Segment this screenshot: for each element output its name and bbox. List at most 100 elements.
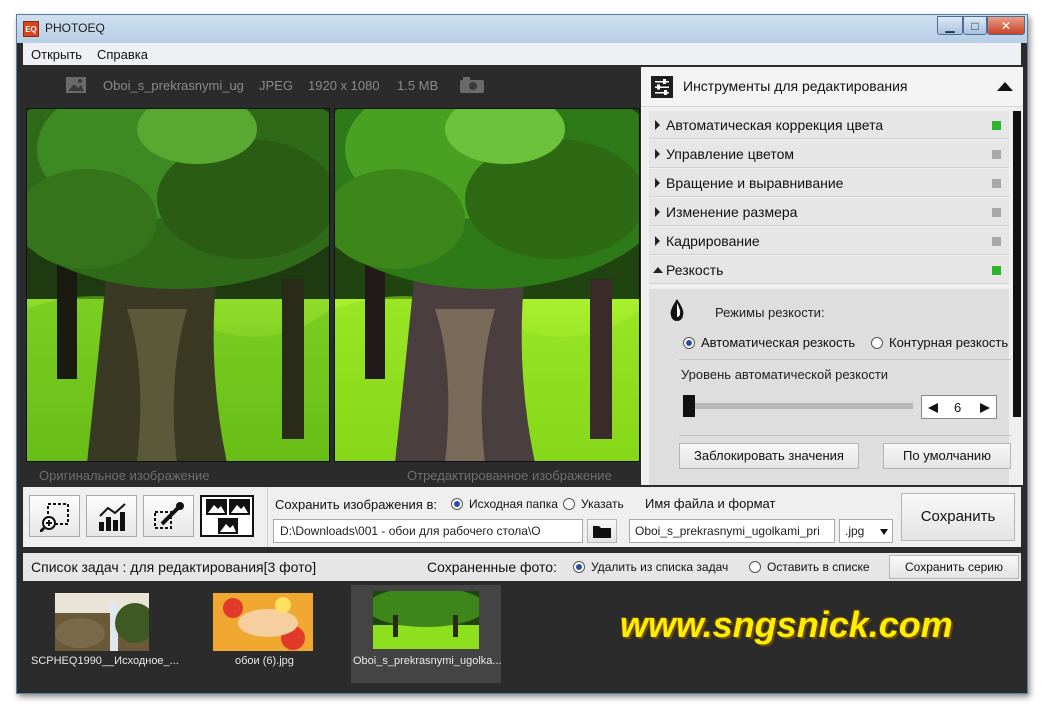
camera-icon bbox=[460, 77, 484, 93]
specify-folder-label: Указать bbox=[581, 497, 624, 511]
contour-sharpness-radio[interactable] bbox=[871, 337, 883, 349]
tasks-bar: Список задач : для редактирования[3 фото… bbox=[23, 553, 1021, 581]
sharpness-modes-label: Режимы резкости: bbox=[715, 305, 825, 320]
source-folder-label: Исходная папка bbox=[469, 497, 558, 511]
collapse-arrow-icon bbox=[653, 267, 663, 273]
tools-title: Инструменты для редактирования bbox=[683, 78, 908, 94]
keep-in-list-radio[interactable] bbox=[749, 561, 761, 573]
task-thumbnail-3[interactable]: Oboi_s_prekrasnymi_ugolka... bbox=[351, 585, 502, 683]
tools-panel: Инструменты для редактирования Автоматич… bbox=[641, 67, 1023, 485]
image-info-bar: Oboi_s_prekrasnymi_ug JPEG 1920 x 1080 1… bbox=[23, 66, 641, 106]
sharpness-slider-handle[interactable] bbox=[683, 395, 695, 417]
lock-values-button[interactable]: Заблокировать значения bbox=[679, 443, 859, 469]
original-image-picture bbox=[27, 109, 329, 461]
close-button[interactable]: ✕ bbox=[987, 16, 1025, 35]
expand-arrow-icon bbox=[655, 120, 660, 130]
sharpness-slider-track[interactable] bbox=[683, 403, 913, 409]
thumbnail-image bbox=[55, 593, 149, 651]
expand-arrow-icon bbox=[655, 149, 660, 159]
image-filename: Oboi_s_prekrasnymi_ug bbox=[103, 78, 244, 93]
menu-help[interactable]: Справка bbox=[97, 47, 148, 62]
tool-rotate-align[interactable]: Вращение и выравнивание bbox=[649, 169, 1009, 197]
tool-crop[interactable]: Кадрирование bbox=[649, 227, 1009, 255]
zoom-select-button[interactable] bbox=[29, 495, 80, 537]
eyedropper-icon bbox=[154, 502, 184, 529]
specify-folder-radio[interactable] bbox=[563, 498, 575, 510]
edited-image-picture bbox=[335, 109, 639, 461]
tools-scrollbar[interactable] bbox=[1013, 111, 1021, 417]
save-to-label: Сохранить изображения в: bbox=[275, 497, 437, 512]
increment-icon[interactable] bbox=[980, 403, 990, 413]
save-controls: Сохранить изображения в: Исходная папка … bbox=[23, 487, 1021, 547]
original-image[interactable] bbox=[26, 108, 330, 462]
keep-in-list-label: Оставить в списке bbox=[767, 560, 870, 574]
image-icon bbox=[66, 77, 86, 93]
filename-input[interactable]: Oboi_s_prekrasnymi_ugolkami_pri bbox=[629, 519, 835, 543]
view-mode-button[interactable] bbox=[200, 495, 254, 537]
window-title: PHOTOEQ bbox=[45, 21, 105, 35]
title-bar: EQ PHOTOEQ ▁ □ ✕ bbox=[17, 15, 1027, 43]
expand-arrow-icon bbox=[655, 207, 660, 217]
sharpness-stepper[interactable]: 6 bbox=[921, 395, 997, 419]
tool-color-management[interactable]: Управление цветом bbox=[649, 140, 1009, 168]
histogram-button[interactable] bbox=[86, 495, 137, 537]
status-indicator bbox=[992, 179, 1001, 188]
output-path-input[interactable]: D:\Downloads\001 - обои для рабочего сто… bbox=[273, 519, 583, 543]
tools-header[interactable]: Инструменты для редактирования bbox=[641, 67, 1023, 107]
tool-auto-color[interactable]: Автоматическая коррекция цвета bbox=[649, 111, 1009, 139]
collapse-arrow-icon[interactable] bbox=[997, 81, 1013, 91]
tool-label: Вращение и выравнивание bbox=[666, 175, 844, 191]
tool-sharpness[interactable]: Резкость bbox=[649, 256, 1009, 284]
zoom-select-icon bbox=[40, 503, 69, 532]
edited-image[interactable] bbox=[334, 108, 640, 462]
status-indicator bbox=[992, 208, 1001, 217]
auto-sharpness-radio[interactable] bbox=[683, 337, 695, 349]
menu-open[interactable]: Открыть bbox=[31, 47, 82, 62]
maximize-button[interactable]: □ bbox=[963, 16, 987, 35]
browse-folder-button[interactable] bbox=[587, 519, 617, 543]
image-dimensions: 1920 x 1080 bbox=[308, 78, 380, 93]
app-window: EQ PHOTOEQ ▁ □ ✕ Открыть Справка Oboi_s_… bbox=[16, 14, 1028, 694]
save-series-button[interactable]: Сохранить серию bbox=[889, 555, 1019, 579]
thumbnail-image bbox=[373, 591, 479, 649]
source-folder-radio[interactable] bbox=[451, 498, 463, 510]
status-indicator bbox=[992, 121, 1001, 130]
status-indicator bbox=[992, 237, 1001, 246]
default-button[interactable]: По умолчанию bbox=[883, 443, 1011, 469]
watermark-text: www.sngsnick.com bbox=[620, 604, 953, 645]
task-thumbnail-2[interactable]: обои (6).jpg bbox=[199, 589, 329, 683]
format-value: .jpg bbox=[845, 524, 865, 538]
status-indicator bbox=[992, 150, 1001, 159]
thumbnail-label: Oboi_s_prekrasnymi_ugolka... bbox=[353, 655, 502, 667]
eyedropper-button[interactable] bbox=[143, 495, 194, 537]
bar-chart-icon bbox=[99, 503, 126, 531]
divider bbox=[679, 435, 1011, 436]
tool-label: Автоматическая коррекция цвета bbox=[666, 117, 884, 133]
auto-sharpness-label: Автоматическая резкость bbox=[701, 335, 856, 350]
delete-from-list-radio[interactable] bbox=[573, 561, 585, 573]
decrement-icon[interactable] bbox=[928, 403, 938, 413]
sharpness-panel: Режимы резкости: Автоматическая резкость… bbox=[649, 289, 1011, 485]
tool-label: Управление цветом bbox=[666, 146, 795, 162]
delete-from-list-label: Удалить из списка задач bbox=[591, 560, 729, 574]
menu-bar: Открыть Справка bbox=[23, 43, 1021, 65]
tool-label: Изменение размера bbox=[666, 204, 798, 220]
sharpness-value: 6 bbox=[954, 400, 962, 415]
format-select[interactable]: .jpg bbox=[839, 519, 893, 543]
status-indicator bbox=[992, 266, 1001, 275]
contour-sharpness-label: Контурная резкость bbox=[889, 335, 1009, 350]
edited-image-caption: Отредактированное изображение bbox=[407, 468, 612, 483]
chevron-down-icon bbox=[880, 529, 888, 535]
thumbnail-label: SCPHEQ1990__Исходное_... bbox=[31, 655, 179, 667]
saved-photos-label: Сохраненные фото: bbox=[427, 559, 557, 575]
task-list-title: Список задач : для редактирования[3 фото… bbox=[31, 559, 317, 575]
expand-arrow-icon bbox=[655, 178, 660, 188]
tool-resize[interactable]: Изменение размера bbox=[649, 198, 1009, 226]
task-thumbnail-1[interactable]: SCPHEQ1990__Исходное_... bbox=[29, 589, 179, 683]
thumbnail-image bbox=[213, 593, 313, 651]
minimize-button[interactable]: ▁ bbox=[937, 16, 963, 35]
image-format: JPEG bbox=[259, 78, 293, 93]
save-button[interactable]: Сохранить bbox=[901, 493, 1015, 541]
sharpness-drop-icon bbox=[670, 299, 684, 321]
sliders-icon bbox=[651, 76, 673, 98]
